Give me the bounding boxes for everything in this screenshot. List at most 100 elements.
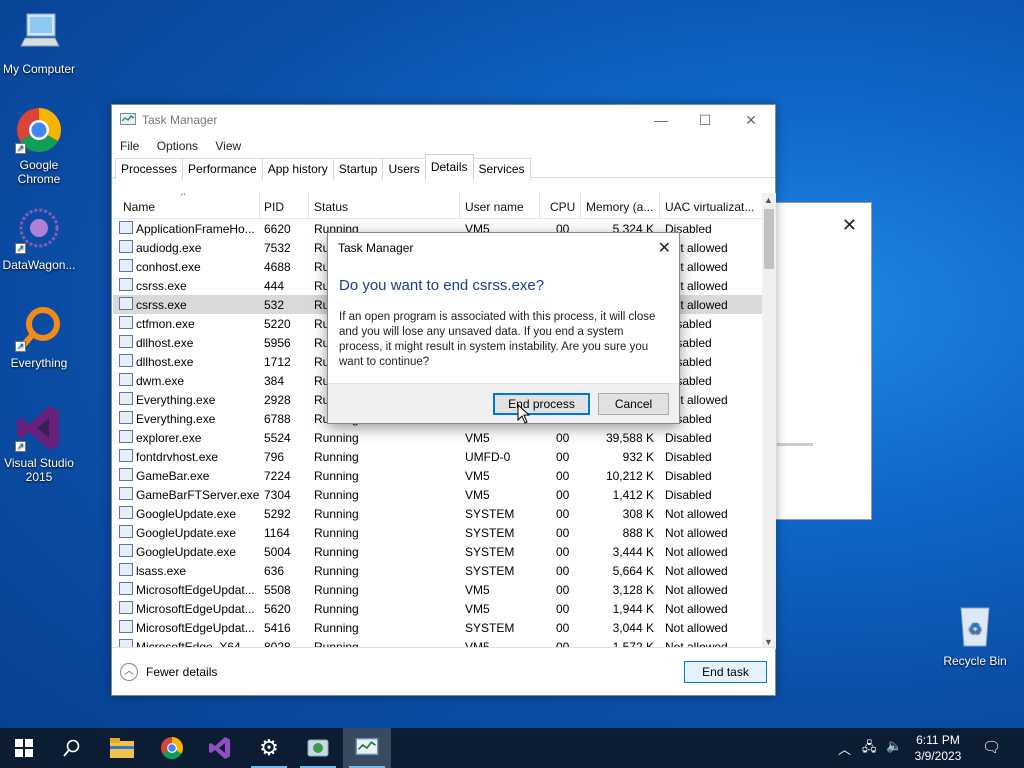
process-icon [119,506,133,519]
cell-user-name: SYSTEM [465,526,515,540]
cell-pid: 384 [264,374,285,388]
cell-status: Running [314,450,359,464]
volume-icon[interactable]: 🔈 [886,738,902,768]
cell-pid: 5220 [264,317,291,331]
task-manager-icon [120,113,136,127]
cell-uac: Disabled [665,450,712,464]
cell-cpu: 00 [556,526,570,540]
end-process-dialog[interactable]: Task Manager ✕ Do you want to end csrss.… [327,232,680,424]
close-icon[interactable]: ✕ [842,215,857,236]
table-row[interactable]: MicrosoftEdgeUpdat... 5416 Running SYSTEM 00… [113,618,763,637]
cell-memory: 3,044 K [612,621,654,635]
taskbar-settings[interactable]: ⚙ [245,728,293,768]
network-icon[interactable]: 🖧 [862,738,877,768]
taskbar-chrome[interactable] [148,728,196,768]
cell-uac: Not allowed [665,545,728,559]
desktop-icon-recycle-bin[interactable]: ♻ Recycle Bin [937,602,1013,668]
scrollbar-thumb[interactable] [764,209,774,269]
cell-pid: 5508 [264,583,291,597]
table-row[interactable]: fontdrvhost.exe 796 Running UMFD-0 00 932 K Di… [113,447,763,466]
desktop-icon-everything[interactable]: ↗ Everything [1,304,77,370]
show-hidden-icons[interactable]: ︿ [838,739,851,768]
close-icon[interactable]: ✕ [731,109,771,131]
table-row[interactable]: GoogleUpdate.exe 1164 Running SYSTEM 00 888 K… [113,523,763,542]
menu-view[interactable]: View [215,136,241,156]
cell-status: Running [314,583,359,597]
table-row[interactable]: MicrosoftEdgeUpdat... 5620 Running VM5 00 1,9… [113,599,763,618]
start-button[interactable] [0,728,48,768]
end-process-button[interactable]: End process [493,393,590,415]
table-row[interactable]: lsass.exe 636 Running SYSTEM 00 5,664 K Not al… [113,561,763,580]
column-header-cpu[interactable]: CPU [550,200,575,214]
fewer-details-button[interactable]: ︿ Fewer details [120,663,217,681]
cell-cpu: 00 [556,431,570,445]
cancel-button[interactable]: Cancel [598,393,669,415]
desktop-icon-my-computer[interactable]: My Computer [1,10,77,76]
column-header-memory[interactable]: Memory (a... [586,200,653,214]
tab-performance[interactable]: Performance [182,158,263,180]
process-icon [119,335,133,348]
cell-pid: 4688 [264,260,291,274]
cell-uac: Disabled [665,469,712,483]
notifications-icon[interactable]: 🗨 [982,738,1001,768]
cell-name: GameBarFTServer.exe [136,488,260,502]
close-icon[interactable]: ✕ [658,238,671,258]
table-row[interactable]: GoogleUpdate.exe 5292 Running SYSTEM 00 308 K… [113,504,763,523]
tab-users[interactable]: Users [382,158,426,180]
desktop-icon-datawagon[interactable]: ↗ DataWagon... [1,206,77,272]
table-row[interactable]: explorer.exe 5524 Running VM5 00 39,588 K Disa… [113,428,763,447]
title-bar[interactable]: Task Manager — ☐ ✕ [112,105,775,136]
cell-status: Running [314,564,359,578]
menu-file[interactable]: File [120,136,139,156]
tab-startup[interactable]: Startup [332,158,384,180]
desktop-icon-visual-studio[interactable]: ↗ Visual Studio 2015 [1,404,77,484]
table-row[interactable]: MicrosoftEdgeUpdat... 5508 Running VM5 00 3,1… [113,580,763,599]
cell-user-name: VM5 [465,602,490,616]
search-button[interactable] [48,728,96,768]
end-task-button[interactable]: End task [684,661,767,683]
desktop-icon-chrome[interactable]: ↗ Google Chrome [1,106,77,186]
column-header-status[interactable]: Status [314,200,348,214]
menu-options[interactable]: Options [157,136,198,156]
taskbar: ⚙ ︿ 🖧 🔈 6:11 PM 3/9/2023 🗨 [0,728,1024,768]
cell-name: csrss.exe [136,279,187,293]
cell-pid: 5956 [264,336,291,350]
cell-pid: 5620 [264,602,291,616]
cell-name: csrss.exe [136,298,187,312]
tab-app-history[interactable]: App history [261,158,334,180]
clock-time: 6:11 PM [916,733,960,747]
cell-pid: 2928 [264,393,291,407]
search-icon [63,739,80,757]
scroll-up-icon[interactable]: ▲ [764,195,773,205]
cell-status: Running [314,545,359,559]
tab-processes[interactable]: Processes [115,158,184,180]
taskbar-visual-studio[interactable] [196,728,244,768]
cell-name: GoogleUpdate.exe [136,545,237,559]
my-computer-icon [15,10,63,58]
tab-details[interactable]: Details [424,154,474,178]
column-header-pid[interactable]: PID [264,200,284,214]
task-manager-icon [355,738,379,756]
cell-pid: 1164 [264,526,290,540]
table-row[interactable]: GoogleUpdate.exe 5004 Running SYSTEM 00 3,444… [113,542,763,561]
cell-pid: 1712 [264,355,291,369]
taskbar-task-manager[interactable] [343,728,391,768]
column-header-name[interactable]: Name [123,200,155,214]
cell-cpu: 00 [556,488,570,502]
table-row[interactable]: GameBar.exe 7224 Running VM5 00 10,212 K Disab… [113,466,763,485]
cell-name: audiodg.exe [136,241,202,255]
clock[interactable]: 6:11 PM 3/9/2023 [906,732,970,768]
tab-services[interactable]: Services [472,158,531,180]
scroll-down-icon[interactable]: ▼ [764,637,773,647]
maximize-icon[interactable]: ☐ [685,109,725,131]
taskbar-app[interactable] [294,728,342,768]
background-window[interactable]: ✕ [774,202,872,520]
table-row[interactable]: GameBarFTServer.exe 7304 Running VM5 00 1,412… [113,485,763,504]
desktop-icon-label: My Computer [2,62,76,76]
column-header-user-name[interactable]: User name [465,200,524,214]
minimize-icon[interactable]: — [641,109,681,131]
vertical-scrollbar[interactable]: ▲ ▼ [762,193,776,649]
taskbar-file-explorer[interactable] [98,728,146,768]
column-header-uac[interactable]: UAC virtualizat... [665,200,754,214]
process-icon [119,278,133,291]
